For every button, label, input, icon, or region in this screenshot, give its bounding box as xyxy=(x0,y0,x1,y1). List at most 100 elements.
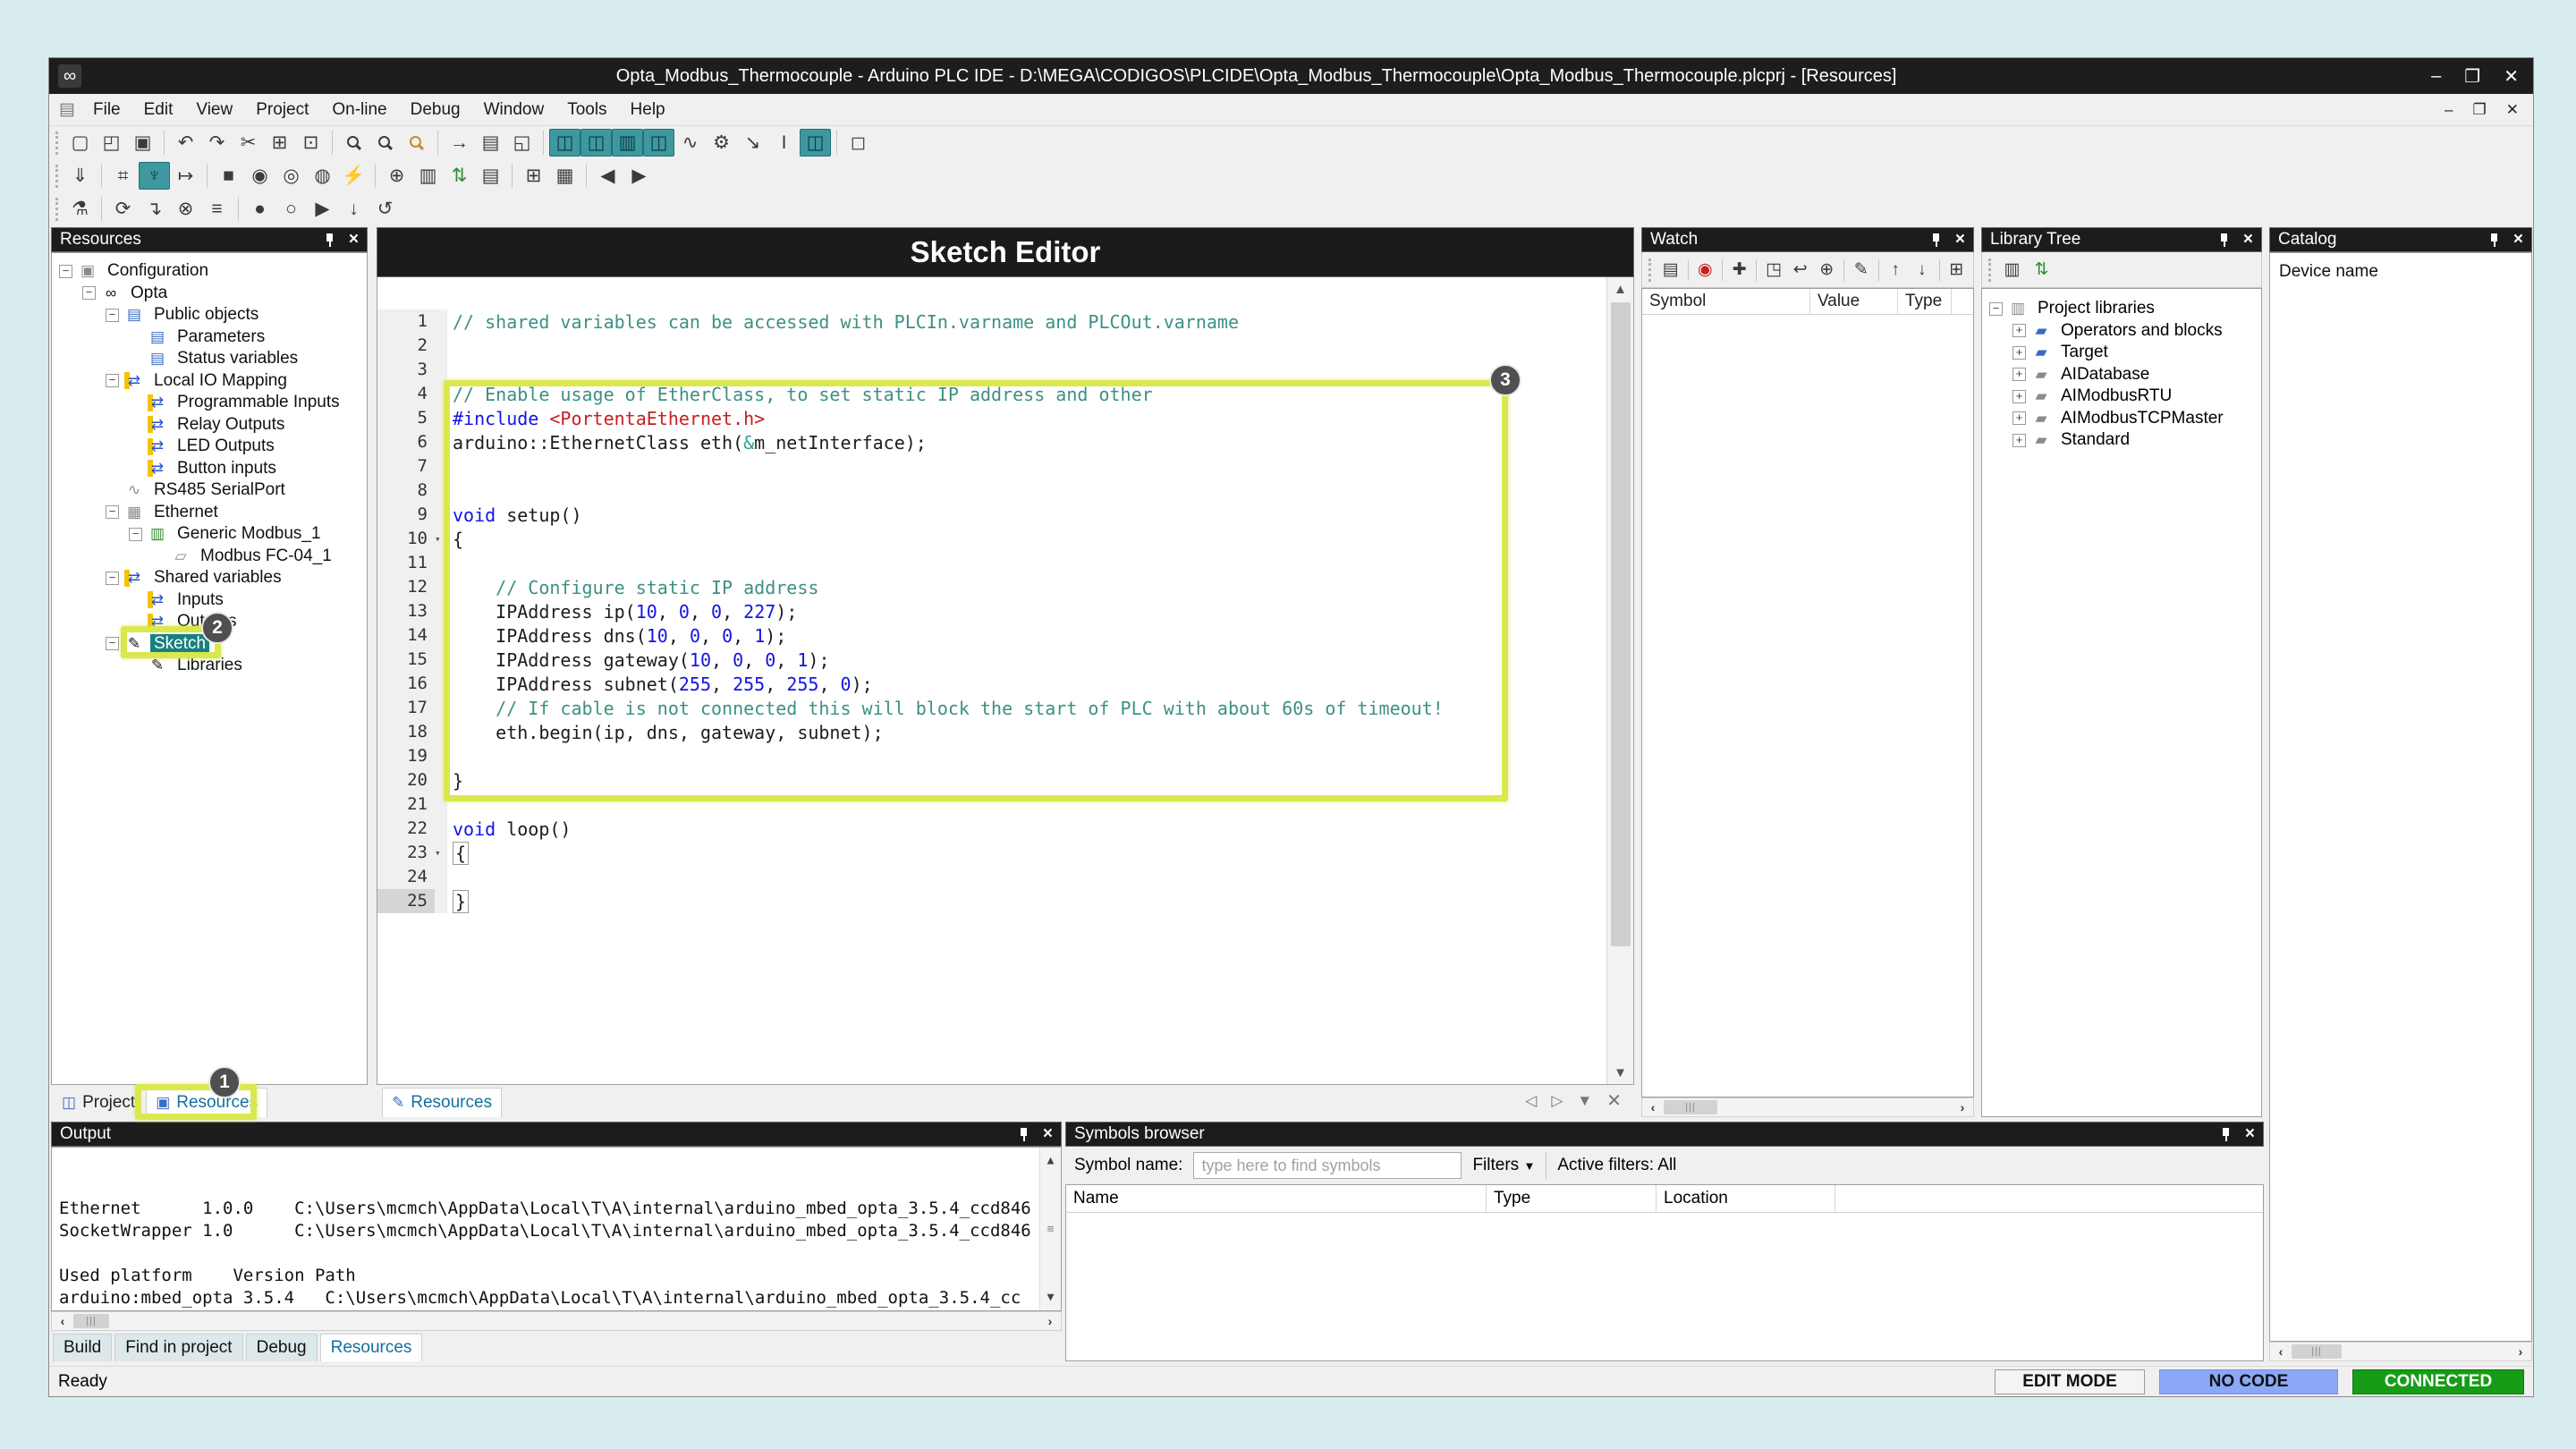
collapse-icon[interactable]: − xyxy=(106,374,119,387)
collapse-icon[interactable]: − xyxy=(82,286,96,300)
restore-watch-button[interactable]: ↩ xyxy=(1787,257,1814,284)
collapse-icon[interactable]: − xyxy=(129,528,142,541)
find-next-button[interactable] xyxy=(369,129,401,157)
scroll-right-icon[interactable]: › xyxy=(2510,1344,2531,1359)
panel-tab-resources[interactable]: ▣Resources xyxy=(146,1088,267,1117)
tree-item-libraries[interactable]: −✎Libraries xyxy=(52,655,367,677)
warm-restart-button[interactable]: ◎ xyxy=(275,162,307,190)
refresh-columns-button[interactable]: ⇅ xyxy=(444,162,475,190)
tree-item-operators-and-blocks[interactable]: +▰Operators and blocks xyxy=(1982,320,2261,343)
mdi-restore-button[interactable]: ❐ xyxy=(2473,101,2487,119)
scroll-up-icon[interactable]: ▲ xyxy=(1607,277,1633,301)
watch-horizontal-scrollbar[interactable]: ‹ ||| › xyxy=(1641,1097,1974,1117)
tree-item-rs485-serialport[interactable]: −∿RS485 SerialPort xyxy=(52,479,367,502)
tree-item-parameters[interactable]: −▤Parameters xyxy=(52,326,367,349)
add-item-button[interactable]: ✚ xyxy=(1726,257,1753,284)
output-tab-debug[interactable]: Debug xyxy=(246,1334,318,1361)
expand-icon[interactable]: + xyxy=(2012,346,2026,360)
catalog-horizontal-scrollbar[interactable]: ‹ ||| › xyxy=(2269,1342,2532,1361)
debug-mode-button[interactable]: ⚗ xyxy=(64,195,96,223)
menu-file[interactable]: File xyxy=(81,97,132,123)
paste-button[interactable]: ⊡ xyxy=(295,129,326,157)
cold-restart-button[interactable]: ◉ xyxy=(244,162,275,190)
expand-icon[interactable]: + xyxy=(2012,411,2026,425)
expand-icon[interactable]: + xyxy=(2012,434,2026,447)
close-icon[interactable]: × xyxy=(2513,230,2523,250)
output-tab-build[interactable]: Build xyxy=(53,1334,112,1361)
project-toolwindow-button[interactable]: ◫ xyxy=(549,129,580,157)
output-log[interactable]: Ethernet 1.0.0 C:\Users\mcmch\AppData\Lo… xyxy=(51,1147,1062,1311)
scroll-down-icon[interactable]: ▼ xyxy=(1607,1061,1633,1084)
duplicate-button[interactable]: ⊞ xyxy=(1943,257,1970,284)
breakpoint-button[interactable]: ○ xyxy=(275,195,307,223)
device-setup-button[interactable]: ⌗ xyxy=(107,162,139,190)
halt-button[interactable]: ■ xyxy=(213,162,244,190)
tree-item-shared-variables[interactable]: −⇄Shared variables xyxy=(52,567,367,589)
step-button[interactable]: ⟳ xyxy=(107,195,139,223)
menu-help[interactable]: Help xyxy=(619,97,677,123)
tab-close-icon[interactable]: ✕ xyxy=(1606,1089,1622,1112)
collapse-icon[interactable]: − xyxy=(106,505,119,519)
tree-item-target[interactable]: +▰Target xyxy=(1982,342,2261,364)
print-button[interactable]: ▤ xyxy=(475,129,506,157)
run-button[interactable]: ▶ xyxy=(307,195,338,223)
menu-edit[interactable]: Edit xyxy=(132,97,185,123)
editor-tab-resources[interactable]: ✎ Resources xyxy=(382,1088,502,1117)
refresh-columns-button[interactable]: ⇅ xyxy=(2027,257,2056,284)
scroll-left-icon[interactable]: ‹ xyxy=(1642,1100,1664,1114)
watch-column-value[interactable]: Value xyxy=(1810,289,1898,314)
toolbar-handle[interactable] xyxy=(55,131,58,155)
print-preview-button[interactable]: ◱ xyxy=(506,129,538,157)
move-up-button[interactable]: ↑ xyxy=(1882,257,1909,284)
tree-item-status-variables[interactable]: −▤Status variables xyxy=(52,348,367,370)
tree-item-aidatabase[interactable]: +▰AIDatabase xyxy=(1982,364,2261,386)
editor-vertical-scrollbar[interactable]: ▲ ▼ xyxy=(1606,277,1633,1084)
oscilloscope-toolwindow-button[interactable]: ∿ xyxy=(674,129,706,157)
collapse-icon[interactable]: − xyxy=(106,572,119,585)
fold-marker-icon[interactable]: ▾ xyxy=(435,841,447,865)
close-icon[interactable]: × xyxy=(2243,230,2253,250)
step-into-button[interactable]: ↴ xyxy=(139,195,170,223)
tree-item-configuration[interactable]: −▣Configuration xyxy=(52,260,367,283)
watch-toolwindow-button[interactable]: ◫ xyxy=(643,129,674,157)
device-toolwindow-button[interactable]: ⚙ xyxy=(706,129,737,157)
find-in-project-button[interactable] xyxy=(401,129,432,157)
undo-button[interactable]: ↶ xyxy=(170,129,201,157)
watch-list-button[interactable]: ▤ xyxy=(475,162,506,190)
compile-button[interactable]: ⚡ xyxy=(338,162,369,190)
tree-item-aimodbusrtu[interactable]: +▰AIModbusRTU xyxy=(1982,386,2261,408)
insert-column-button[interactable]: ▥ xyxy=(412,162,444,190)
pin-icon[interactable] xyxy=(2219,1126,2233,1142)
menu-on-line[interactable]: On-line xyxy=(320,97,398,123)
mdi-close-button[interactable]: ✕ xyxy=(2506,101,2519,119)
loop-debug-button[interactable]: ↺ xyxy=(369,195,401,223)
watch-body[interactable] xyxy=(1641,315,1974,1097)
pin-icon[interactable] xyxy=(1017,1126,1030,1142)
navigate-back-button[interactable]: ◀ xyxy=(592,162,623,190)
record-button[interactable]: ● xyxy=(244,195,275,223)
menu-debug[interactable]: Debug xyxy=(399,97,472,123)
append-watch-button[interactable]: ⊕ xyxy=(1813,257,1840,284)
menu-project[interactable]: Project xyxy=(244,97,320,123)
cut-button[interactable]: ✂ xyxy=(233,129,264,157)
tree-item-public-objects[interactable]: −▤Public objects xyxy=(52,304,367,326)
close-button[interactable]: ✕ xyxy=(2504,65,2519,88)
code-editor[interactable]: 1// shared variables can be accessed wit… xyxy=(377,277,1606,1084)
export-toolwindow-button[interactable]: ↘ xyxy=(737,129,768,157)
tree-item-standard[interactable]: +▰Standard xyxy=(1982,429,2261,452)
toolbar-handle[interactable] xyxy=(1648,258,1651,282)
library-toolwindow-button[interactable]: ▥ xyxy=(612,129,643,157)
close-icon[interactable]: × xyxy=(1043,1124,1053,1144)
save-project-button[interactable]: ▣ xyxy=(127,129,158,157)
toolbar-handle[interactable] xyxy=(1988,258,1991,282)
output-tab-resources[interactable]: Resources xyxy=(320,1334,423,1361)
find-button[interactable] xyxy=(338,129,369,157)
tab-list-icon[interactable]: ▼ xyxy=(1577,1092,1592,1110)
tab-next-icon[interactable]: ▷ xyxy=(1551,1092,1563,1110)
output-horizontal-scrollbar[interactable]: ‹ ||| › xyxy=(51,1311,1062,1331)
tree-item-project-libraries[interactable]: −▥Project libraries xyxy=(1982,298,2261,320)
tree-item-button-inputs[interactable]: −⇄Button inputs xyxy=(52,458,367,480)
watch-column-type[interactable]: Type xyxy=(1898,289,1952,314)
mdi-minimize-button[interactable]: – xyxy=(2445,101,2453,119)
pin-icon[interactable] xyxy=(2487,232,2501,248)
